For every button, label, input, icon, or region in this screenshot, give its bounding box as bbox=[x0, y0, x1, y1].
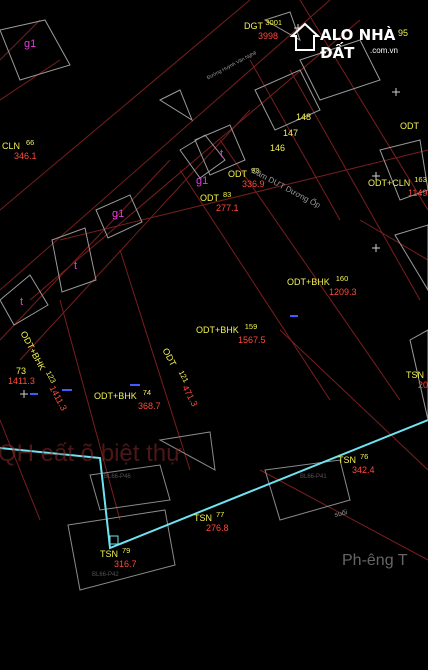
parcel-95: 95 bbox=[398, 28, 409, 38]
parcel-76: TSN 76 342.4 bbox=[338, 452, 375, 475]
parcel-160: ODT+BHK 160 1209.3 bbox=[287, 274, 357, 297]
land-type-g1: g1 bbox=[196, 175, 209, 187]
map-code: BL66-P46 bbox=[104, 474, 131, 480]
parcel-odt: ODT bbox=[400, 121, 419, 131]
land-type-g1: g1 bbox=[112, 208, 125, 220]
land-type-t: t bbox=[20, 296, 24, 308]
parcel-tsn-20: TSN 20 bbox=[406, 370, 428, 390]
map-code: BL66-P41 bbox=[300, 474, 327, 480]
map-code: BL66-P42 bbox=[92, 572, 119, 578]
logo-brand: ALO NHÀ ĐẤT bbox=[320, 26, 396, 62]
parcel-74: ODT+BHK 74 368.7 bbox=[94, 388, 161, 411]
land-type-g1: g1 bbox=[24, 38, 37, 50]
parcel-73: 73 1411.3 bbox=[8, 366, 35, 386]
parcel-159: ODT+BHK 159 1567.5 bbox=[196, 322, 266, 345]
parcel-77: TSN 77 276.8 bbox=[194, 510, 229, 533]
site-logo: ALO NHÀ ĐẤT .com.vn bbox=[288, 10, 428, 68]
parcel-146: 146 bbox=[270, 143, 286, 153]
logo-domain: .com.vn bbox=[370, 46, 399, 55]
zoning-watermark: QH eất õ biệt thự bbox=[0, 440, 183, 467]
parcel-83: ODT 83 277.1 bbox=[200, 190, 239, 213]
house-icon bbox=[290, 22, 320, 51]
ward-label: Ph-êng T bbox=[342, 552, 408, 569]
parcel-147: 147 bbox=[283, 128, 299, 138]
parcel-163: ODT+CLN 163 1149. bbox=[368, 175, 428, 198]
land-type-t: t bbox=[74, 260, 78, 272]
parcel-3001: DGT 3001 3998 bbox=[244, 18, 283, 41]
parcel-66: CLN 66 346.1 bbox=[2, 138, 37, 161]
parcel-79: TSN 79 316.7 bbox=[100, 546, 137, 569]
parcel-148: 148 bbox=[296, 112, 312, 122]
land-type-t: t bbox=[220, 148, 224, 160]
